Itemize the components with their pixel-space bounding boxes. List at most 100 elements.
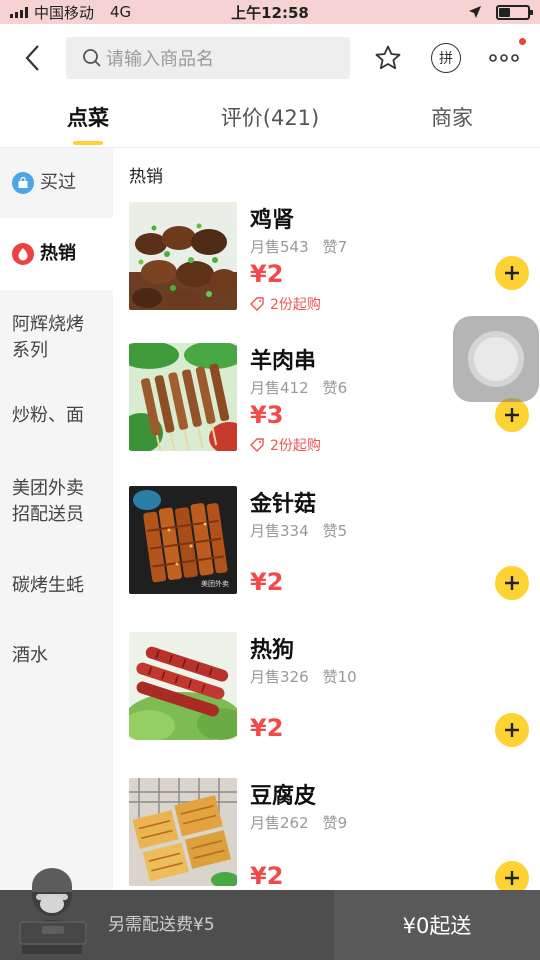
menu-item-tofu-skin[interactable]: 豆腐皮 月售262 赞9 ¥2 <box>129 778 529 890</box>
food-meta: 月售412 赞6 <box>250 377 347 398</box>
tab-order-label: 点菜 <box>67 106 109 130</box>
food-meta: 月售543 赞7 <box>250 236 347 257</box>
food-image <box>129 778 237 886</box>
food-image <box>129 343 237 451</box>
plus-icon <box>505 576 519 590</box>
plus-icon <box>505 408 519 422</box>
sidebar-item-label: 买过 <box>40 172 76 193</box>
sidebar-item-noodles[interactable]: 炒粉、面 <box>0 382 113 450</box>
group-order-button[interactable]: 拼 <box>430 42 462 74</box>
tab-merchant[interactable]: 商家 <box>364 92 540 147</box>
food-image <box>129 632 237 740</box>
food-image <box>129 202 237 310</box>
tab-merchant-label: 商家 <box>431 106 473 130</box>
add-to-cart-button[interactable] <box>495 256 529 290</box>
location-arrow-icon <box>469 6 481 18</box>
more-dots-icon <box>489 54 519 62</box>
food-price: ¥2 <box>250 568 284 596</box>
sidebar-item-hot[interactable]: 热销 <box>0 218 113 290</box>
food-name: 羊肉串 <box>250 349 317 374</box>
food-meta: 月售326 赞10 <box>250 666 357 687</box>
monthly-sales: 月售262 <box>250 814 309 832</box>
like-count: 赞6 <box>322 379 348 397</box>
flame-icon <box>12 243 34 265</box>
search-input[interactable]: 请输入商品名 <box>66 37 350 79</box>
tab-active-indicator <box>73 141 103 145</box>
courier-cart-icon <box>19 868 87 954</box>
tag-icon <box>250 438 264 452</box>
sidebar-item-oysters[interactable]: 碳烤生蚝 <box>0 554 113 618</box>
sidebar-item-label: 酒水 <box>12 645 48 666</box>
sidebar-item-label: 热销 <box>40 243 76 264</box>
monthly-sales: 月售412 <box>250 379 309 397</box>
monthly-sales: 月售326 <box>250 668 309 686</box>
cart-button[interactable] <box>12 864 96 954</box>
food-name: 热狗 <box>250 638 295 663</box>
like-count: 赞5 <box>322 522 348 540</box>
search-placeholder: 请输入商品名 <box>106 49 214 70</box>
menu-item-enoki-mushroom[interactable]: 美团外卖 金针菇 月售334 赞5 ¥2 <box>129 486 529 600</box>
menu-content: 热销 鸡肾 月售543 赞7 ¥2 2份起购 羊肉串 月售412 赞6 ¥3 2… <box>113 148 540 890</box>
sidebar-item-label: 美团外卖招配送员 <box>12 478 84 525</box>
food-meta: 月售334 赞5 <box>250 520 347 541</box>
add-to-cart-button[interactable] <box>495 861 529 890</box>
add-to-cart-button[interactable] <box>495 566 529 600</box>
tab-reviews[interactable]: 评价(421) <box>176 92 364 147</box>
sidebar-item-drinks[interactable]: 酒水 <box>0 618 113 694</box>
menu-item-hot-dog[interactable]: 热狗 月售326 赞10 ¥2 <box>129 632 529 747</box>
notification-dot <box>519 38 526 45</box>
like-count: 赞10 <box>322 668 357 686</box>
search-icon <box>83 49 101 67</box>
more-button[interactable] <box>488 38 526 74</box>
plus-icon <box>505 871 519 885</box>
assistive-touch-button[interactable] <box>453 316 539 402</box>
assistive-touch-icon <box>468 331 524 387</box>
signal-strength-icon <box>10 6 28 18</box>
min-order-label: ¥0起送 <box>402 914 472 938</box>
minimum-purchase-label: 2份起购 <box>270 438 321 454</box>
food-price: ¥2 <box>250 862 284 890</box>
food-name: 豆腐皮 <box>250 784 317 809</box>
plus-icon <box>505 266 519 280</box>
carrier-name: 中国移动 <box>34 3 95 22</box>
add-to-cart-button[interactable] <box>495 713 529 747</box>
minimum-purchase: 2份起购 <box>250 435 321 455</box>
back-arrow-icon <box>25 45 39 71</box>
tag-icon <box>250 297 264 311</box>
tab-bar: 点菜 评价(421) 商家 <box>0 92 540 148</box>
star-icon <box>375 45 401 70</box>
monthly-sales: 月售334 <box>250 522 309 540</box>
sidebar-item-bought[interactable]: 买过 <box>0 148 113 218</box>
food-name: 金针菇 <box>250 492 317 517</box>
sidebar-item-grill-series[interactable]: 阿辉烧烤系列 <box>0 290 113 382</box>
tab-order[interactable]: 点菜 <box>0 92 176 147</box>
category-sidebar: 买过 热销 阿辉烧烤系列 炒粉、面 美团外卖招配送员 碳烤生蚝 酒水 <box>0 148 113 890</box>
section-title: 热销 <box>129 167 163 187</box>
add-to-cart-button[interactable] <box>495 398 529 432</box>
header: 请输入商品名 拼 <box>0 26 540 90</box>
sidebar-item-label: 炒粉、面 <box>12 405 84 426</box>
tab-reviews-label: 评价(421) <box>220 106 320 130</box>
checkout-button[interactable]: ¥0起送 <box>334 890 540 960</box>
plus-icon <box>505 723 519 737</box>
sidebar-item-courier-recruit[interactable]: 美团外卖招配送员 <box>0 450 113 554</box>
back-button[interactable] <box>0 26 66 90</box>
delivery-fee-text: 另需配送费¥5 <box>108 915 215 935</box>
food-price: ¥3 <box>250 401 284 429</box>
network-type: 4G <box>110 3 132 21</box>
like-count: 赞7 <box>322 238 348 256</box>
monthly-sales: 月售543 <box>250 238 309 256</box>
like-count: 赞9 <box>322 814 348 832</box>
bag-icon <box>12 172 34 194</box>
favorite-button[interactable] <box>372 42 404 74</box>
food-price: ¥2 <box>250 260 284 288</box>
sidebar-item-label: 碳烤生蚝 <box>12 575 84 596</box>
status-bar: 中国移动 4G 上午12:58 <box>0 0 540 24</box>
food-meta: 月售262 赞9 <box>250 812 347 833</box>
cart-bar: 另需配送费¥5 ¥0起送 <box>0 868 540 960</box>
battery-icon <box>496 4 533 20</box>
food-name: 鸡肾 <box>250 208 295 233</box>
pin-group-icon: 拼 <box>431 43 461 73</box>
minimum-purchase: 2份起购 <box>250 294 321 314</box>
menu-item-chicken-kidney[interactable]: 鸡肾 月售543 赞7 ¥2 2份起购 <box>129 202 529 314</box>
